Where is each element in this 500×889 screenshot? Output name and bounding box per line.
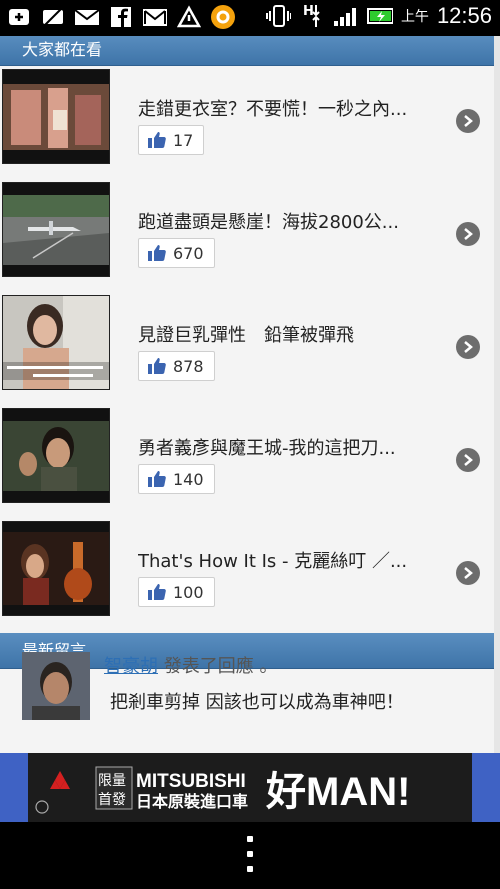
video-thumbnail[interactable] [2,69,110,164]
battery-charging-icon [366,3,393,29]
video-thumbnail[interactable] [2,408,110,503]
section-title-popular: 大家都在看 [22,40,103,59]
app-content: 大家都在看 走錯更衣室？不要慌！一秒之內... 17 跑道盡頭是懸崖！海拔280… [0,36,500,753]
thumbs-up-icon [148,358,166,374]
chevron-right-icon[interactable] [456,335,480,359]
status-ampm: 上午 [400,9,429,25]
thumbs-up-icon [148,245,166,261]
comment-text: 把剎車剪掉 因該也可以成為車神吧！ [110,692,404,713]
vibrate-icon [265,3,291,29]
signal-triangle-icon [176,4,202,30]
video-thumbnail[interactable] [2,182,110,277]
ad-badge-bottom: 首發 [98,792,126,808]
video-title[interactable]: 走錯更衣室？不要慌！一秒之內... [138,95,440,121]
chevron-right-icon[interactable] [456,109,480,133]
video-list-item[interactable]: 見證巨乳彈性 鉛筆被彈飛 878 [0,293,494,399]
overflow-menu-icon[interactable] [240,836,260,872]
video-thumbnail[interactable] [2,295,110,390]
video-list-item[interactable]: 勇者義彥與魔王城-我的這把刀... 140 [0,406,494,512]
status-bar: H 上午 12:56 [0,0,500,36]
ad-slogan: 好MAN! [265,770,410,814]
signal-bars-icon [333,3,359,29]
data-transfer-icon: H [299,3,325,29]
video-thumbnail[interactable] [2,521,110,616]
comment-action: 發表了回應 。 [158,656,278,677]
video-title[interactable]: 見證巨乳彈性 鉛筆被彈飛 [138,321,440,347]
video-title[interactable]: 跑道盡頭是懸崖！海拔2800公... [138,208,440,234]
add-icon [6,4,32,30]
no-sync-icon [40,4,66,30]
ad-content[interactable]: 限量 首發 MITSUBISHI 日本原裝進口車 好MAN! [28,753,472,822]
ad-brand: MITSUBISHI [136,771,246,792]
mail-icon [74,4,100,30]
like-count: 100 [173,582,204,602]
video-list-item[interactable]: That's How It Is - 克麗絲叮 ／... 100 [0,519,494,625]
like-button[interactable]: 670 [138,238,215,268]
video-list-item[interactable]: 跑道盡頭是懸崖！海拔2800公... 670 [0,180,494,286]
like-count: 670 [173,243,204,263]
video-title[interactable]: That's How It Is - 克麗絲叮 ／... [138,547,440,573]
like-count: 878 [173,356,204,376]
section-header-popular: 大家都在看 [0,36,494,66]
chevron-right-icon[interactable] [456,222,480,246]
svg-text:H: H [303,4,314,19]
ad-subtitle: 日本原裝進口車 [136,792,248,811]
thumbs-up-icon [148,471,166,487]
chevron-right-icon[interactable] [456,448,480,472]
video-list-item[interactable]: 走錯更衣室？不要慌！一秒之內... 17 [0,67,494,173]
system-nav-bar [0,822,500,889]
like-button[interactable]: 17 [138,125,205,155]
like-button[interactable]: 140 [138,464,215,494]
chevron-right-icon[interactable] [456,561,480,585]
video-title[interactable]: 勇者義彥與魔王城-我的這把刀... [138,434,440,460]
ad-graphic: 限量 首發 MITSUBISHI 日本原裝進口車 好MAN! [28,753,472,822]
like-count: 140 [173,469,204,489]
circle-app-icon [210,4,236,30]
status-time: 12:56 [436,3,492,28]
like-button[interactable]: 100 [138,577,215,607]
comment-user-link[interactable]: 智豪胡 [104,656,158,677]
comment-header: 智豪胡 發表了回應 。 [104,652,277,678]
like-button[interactable]: 878 [138,351,215,381]
ad-banner[interactable]: 限量 首發 MITSUBISHI 日本原裝進口車 好MAN! [0,753,500,822]
scroll-edge [494,36,500,753]
thumbs-up-icon [148,132,166,148]
avatar[interactable] [22,652,90,720]
gmail-icon [142,4,168,30]
ad-badge-top: 限量 [98,773,126,789]
thumbs-up-icon [148,584,166,600]
like-count: 17 [173,130,194,150]
facebook-icon [108,4,134,30]
